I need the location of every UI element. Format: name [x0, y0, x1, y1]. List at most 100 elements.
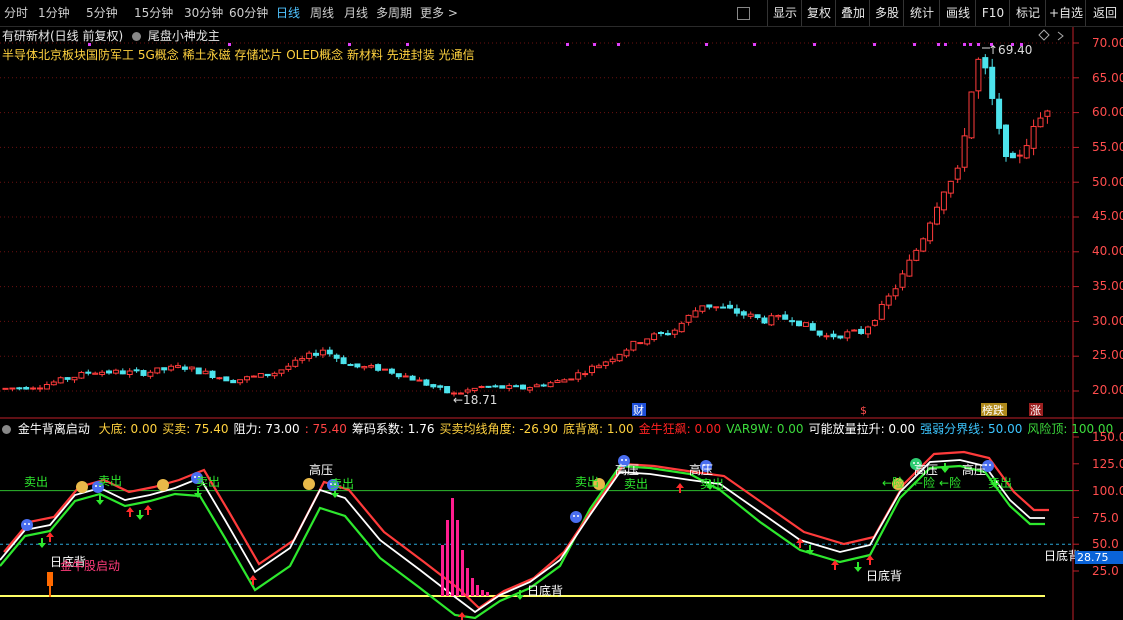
candle-body — [561, 379, 568, 383]
indicator-values: 大底: 0.00 买卖: 75.40 阻力: 73.00: 75.40 筹码系数: 1… — [99, 422, 1119, 436]
candle-body — [9, 387, 16, 390]
candle-body — [568, 378, 575, 381]
price-tick: 45.00 — [1092, 209, 1123, 223]
candle-body — [37, 387, 43, 390]
down-arrow-icon — [38, 538, 46, 548]
sell-label: 卖出 — [330, 477, 354, 491]
candle-body — [64, 377, 71, 380]
candle-body — [195, 367, 202, 375]
candle-body — [168, 365, 175, 371]
diamond-icon — [1038, 29, 1050, 41]
candle-body — [1044, 110, 1051, 117]
candle-body — [913, 249, 920, 261]
badge-finance-label: 财 — [633, 403, 644, 417]
histogram-bar — [461, 550, 464, 596]
candle-body — [319, 349, 326, 356]
histogram-bar — [446, 520, 449, 596]
candle-body — [727, 304, 733, 309]
up-arrow-icon — [126, 507, 134, 517]
up-arrow-icon — [144, 505, 152, 515]
kline-chart[interactable]: ↑69.40←18.71财 $ 榜跌 涨卖出 卖出 卖出 卖出 卖出 卖出 卖出 卖出高压 高压 高压高… — [0, 0, 1123, 620]
start-marker — [47, 572, 53, 586]
indicator-value: 可能放量拉升: 0.00 — [808, 422, 916, 436]
candle-body — [961, 135, 968, 168]
signal-dot — [566, 43, 569, 46]
indicator-name[interactable]: 金牛背离启动 — [18, 422, 90, 436]
histogram-bar — [466, 568, 469, 596]
candle-body — [678, 322, 685, 333]
candle-body — [57, 377, 64, 384]
candle-body — [589, 365, 595, 374]
signal-dot — [813, 43, 816, 46]
candle-body — [326, 349, 333, 355]
signal-dot — [406, 43, 409, 46]
indicator-value: 买卖均线角度: -26.90 — [439, 422, 559, 436]
high-pressure-label: 高压 — [309, 462, 333, 477]
down-arrow-icon — [854, 562, 862, 572]
candle-body — [16, 387, 23, 390]
badge-ranking-label: 榜跌 — [982, 403, 1004, 417]
sell-label: 卖出 — [196, 475, 220, 489]
price-tick: 35.00 — [1092, 279, 1123, 293]
candle-body — [99, 371, 106, 375]
face-icon-eye — [625, 459, 627, 461]
candle-body — [264, 373, 271, 377]
candle-body — [299, 358, 306, 361]
candle-body — [768, 315, 775, 326]
risk-label: ←险 — [913, 475, 935, 490]
indicator-value: 底背离: 1.00 — [563, 422, 634, 436]
candle-body — [954, 167, 961, 180]
risk-label: ←险 — [939, 475, 961, 490]
histogram-bar — [441, 545, 444, 596]
candle-body — [1023, 145, 1030, 159]
histogram-bar — [476, 585, 479, 596]
candle-body — [126, 370, 133, 376]
candle-body — [471, 387, 478, 392]
high-pressure-label: 高压 — [914, 462, 938, 477]
candle-body — [181, 366, 188, 370]
candle-body — [140, 370, 147, 376]
candle-body — [927, 222, 934, 242]
indicator-value: 筹码系数: 1.76 — [351, 422, 435, 436]
price-tick: 55.00 — [1092, 140, 1123, 154]
histogram-bar — [456, 520, 459, 596]
candle-body — [106, 370, 112, 374]
candle-body — [554, 380, 561, 383]
candle-body — [147, 371, 154, 377]
candle-body — [692, 310, 699, 318]
money-bag-icon — [76, 481, 88, 493]
candle-body — [313, 352, 319, 356]
face-icon-eye — [24, 523, 26, 525]
indicator-tick: 150.0 — [1092, 430, 1123, 444]
candle-body — [658, 332, 664, 335]
histogram-bar — [481, 590, 484, 596]
candle-body — [50, 381, 57, 386]
candle-body — [892, 288, 899, 297]
risk-label: ←险 — [882, 475, 904, 490]
candle-body — [112, 369, 119, 374]
candle-body — [996, 98, 1003, 129]
candle-body — [492, 385, 499, 388]
indicator-settings-icon[interactable] — [2, 425, 11, 434]
sell-label: 卖出 — [988, 476, 1012, 490]
candle-body — [1016, 154, 1023, 157]
candle-body — [423, 379, 430, 386]
sell-label: 卖出 — [575, 475, 599, 489]
candle-body — [395, 373, 402, 378]
candle-body — [740, 311, 747, 316]
candle-body — [464, 389, 471, 393]
candle-body — [575, 372, 582, 380]
candle-body — [444, 386, 451, 394]
up-arrow-icon — [676, 483, 684, 493]
face-icon-eye — [989, 464, 991, 466]
candle-body — [133, 369, 140, 372]
indicator-value: 金牛狂飙: 0.00 — [638, 422, 722, 436]
candle-body — [616, 353, 623, 362]
candle-body — [982, 57, 989, 69]
low-label: ←18.71 — [453, 393, 497, 407]
candle-body — [685, 314, 692, 323]
candle-body — [733, 308, 740, 314]
candle-body — [30, 387, 37, 390]
candle-body — [595, 365, 602, 369]
indicator-tick: 125.0 — [1092, 457, 1123, 471]
